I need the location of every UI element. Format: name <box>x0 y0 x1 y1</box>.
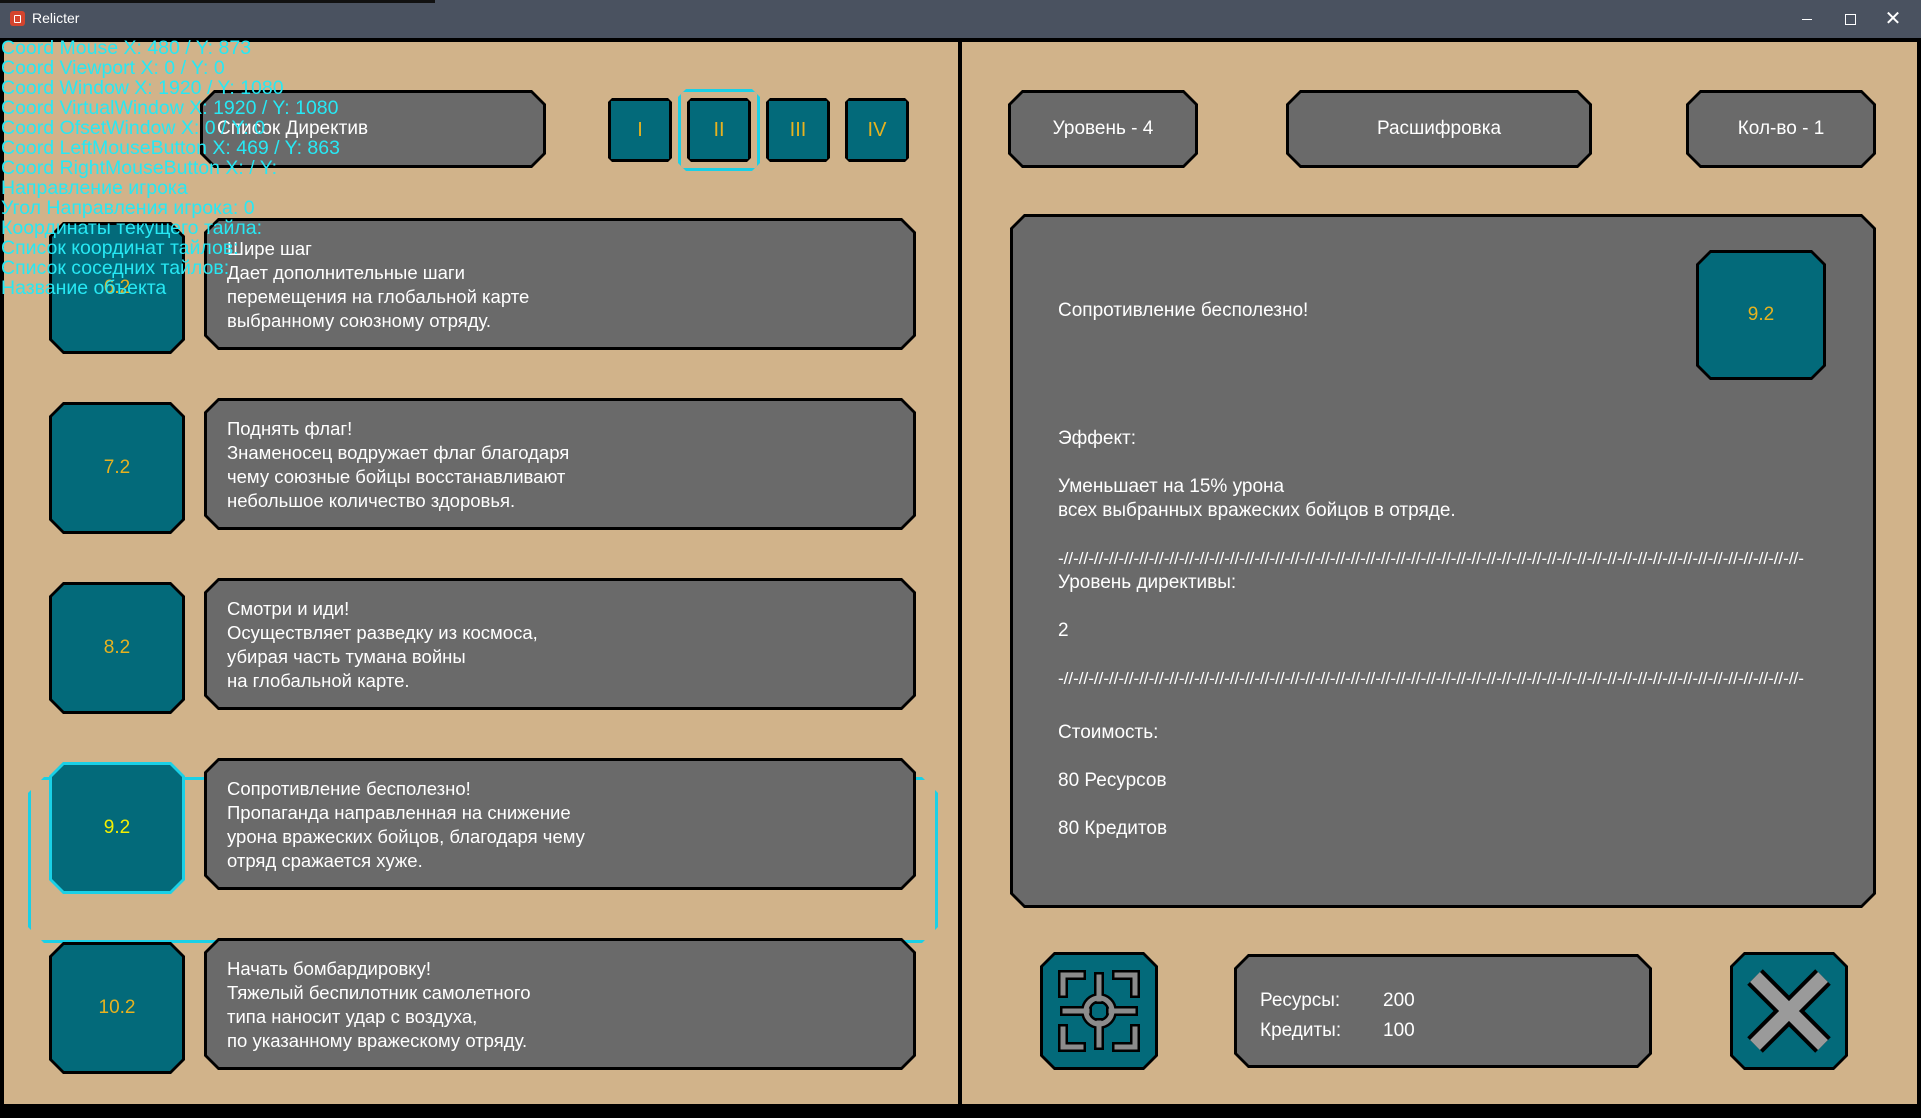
title-bar-accent <box>0 0 435 3</box>
directive-title: Смотри и иди! <box>227 598 350 619</box>
tier-tab-label: IV <box>867 118 887 141</box>
directive-card[interactable]: Начать бомбардировку! Тяжелый беспилотник… <box>204 938 916 1070</box>
directive-detail-panel: Уровень - 4 Расшифровка Кол-во - 1 Сопро… <box>958 38 1921 1108</box>
directive-description-line: Тяжелый беспилотник самолетного <box>227 982 531 1003</box>
directive-description-line: перемещения на глобальной карте <box>227 286 530 307</box>
directive-description-line: Знаменосец водружает флаг благодаря <box>227 442 570 463</box>
tier-tab-label: III <box>789 118 807 141</box>
cost-credits: 80 Кредитов <box>1058 818 1168 839</box>
directive-level: 9.2 <box>103 817 131 838</box>
directive-level: 10.2 <box>98 997 136 1018</box>
directive-description-line: небольшое количество здоровья. <box>227 490 516 511</box>
resources-box: Ресурсы: 200 Кредиты: 100 <box>1234 954 1652 1068</box>
directive-card[interactable]: Поднять флаг! Знаменосец водружает флаг б… <box>204 398 916 530</box>
window-title: Relicter <box>32 10 80 26</box>
target-button[interactable] <box>1040 952 1158 1070</box>
decode-button[interactable]: Расшифровка <box>1286 90 1592 168</box>
directive-level-badge[interactable]: 8.2 <box>49 582 185 714</box>
directive-level: 6.2 <box>103 277 131 298</box>
credits-value: 100 <box>1383 1020 1415 1041</box>
effect-line-2: всех выбранных вражеских бойцов в отряде… <box>1058 500 1456 521</box>
app-icon <box>10 11 25 26</box>
directive-description-line: Осуществляет разведку из космоса, <box>227 622 538 643</box>
separator-2: -//-//-//-//-//-//-//-//-//-//-//-//-//-… <box>1058 669 1804 688</box>
tier-tab-3[interactable]: III <box>766 98 830 162</box>
tier-tab-label: I <box>637 118 643 141</box>
directive-title: Поднять флаг! <box>227 418 353 439</box>
resources-value: 200 <box>1383 990 1415 1011</box>
directive-card[interactable]: Смотри и иди! Осуществляет разведку из ко… <box>204 578 916 710</box>
directive-card[interactable]: Сопротивление бесполезно! Пропаганда напр… <box>204 758 916 890</box>
detail-name: Сопротивление бесполезно! <box>1058 300 1309 321</box>
minimize-button[interactable] <box>1785 5 1829 33</box>
directive-card[interactable]: Шире шаг Дает дополнительные шаги перемеще… <box>204 218 916 350</box>
tier-tab-4[interactable]: IV <box>845 98 909 162</box>
directive-level-badge[interactable]: 6.2 <box>49 222 185 354</box>
effect-header: Эффект: <box>1058 428 1136 449</box>
cost-header: Стоимость: <box>1058 722 1159 743</box>
directive-level: 7.2 <box>103 457 131 478</box>
directive-level-value: 2 <box>1058 620 1069 641</box>
tier-tab-2[interactable]: II <box>678 89 760 171</box>
tier-tab-label: II <box>713 118 725 141</box>
directive-level-badge[interactable]: 9.2 <box>49 762 185 894</box>
directive-title: Начать бомбардировку! <box>227 958 431 979</box>
directive-description-line: по указанному вражескому отряду. <box>227 1030 528 1051</box>
decode-label: Расшифровка <box>1376 118 1502 139</box>
directive-level: 8.2 <box>103 637 131 658</box>
tier-tab-1[interactable]: I <box>608 98 672 162</box>
directive-title: Шире шаг <box>227 238 312 259</box>
crosshair-icon <box>1043 955 1155 1067</box>
directive-list-title: Список Директив <box>217 118 369 139</box>
directive-description-line: на глобальной карте. <box>227 670 410 691</box>
directive-description-line: убирая часть тумана войны <box>227 646 466 667</box>
close-x-icon <box>1733 955 1845 1067</box>
directive-detail-card: Сопротивление бесполезно! 9.2 Эффект: Ум… <box>1010 214 1876 908</box>
directive-description-line: чему союзные бойцы восстанавливают <box>227 466 566 487</box>
directive-title: Сопротивление бесполезно! <box>227 778 471 799</box>
title-bar: Relicter ✕ <box>0 0 1921 38</box>
separator-1: -//-//-//-//-//-//-//-//-//-//-//-//-//-… <box>1058 549 1804 568</box>
credits-label: Кредиты: <box>1260 1020 1342 1041</box>
directive-list-title-box: Список Директив <box>200 90 546 168</box>
directive-level-badge[interactable]: 7.2 <box>49 402 185 534</box>
directive-description-line: Пропаганда направленная на снижение <box>227 802 571 823</box>
count-label: Кол-во - 1 <box>1737 118 1825 139</box>
close-window-button[interactable]: ✕ <box>1871 5 1915 33</box>
directive-description-line: урона вражеских бойцов, благодаря чему <box>227 826 585 847</box>
cancel-button[interactable] <box>1730 952 1848 1070</box>
directive-list-panel: Список Директив I II III IV 6.2 Шире шаг Да… <box>0 38 962 1108</box>
directive-description-line: Дает дополнительные шаги <box>227 262 465 283</box>
directive-description-line: типа наносит удар с воздуха, <box>227 1006 478 1027</box>
directive-level-badge[interactable]: 10.2 <box>49 942 185 1074</box>
resources-label: Ресурсы: <box>1260 990 1341 1011</box>
directive-level-header: Уровень директивы: <box>1058 572 1237 593</box>
count-box[interactable]: Кол-во - 1 <box>1686 90 1876 168</box>
level-label: Уровень - 4 <box>1052 118 1154 139</box>
detail-badge-value: 9.2 <box>1747 304 1775 325</box>
directive-description-line: отряд сражается хуже. <box>227 850 423 871</box>
level-box[interactable]: Уровень - 4 <box>1008 90 1198 168</box>
cost-resources: 80 Ресурсов <box>1058 770 1167 791</box>
effect-line-1: Уменьшает на 15% урона <box>1058 476 1285 497</box>
detail-level-badge: 9.2 <box>1696 250 1826 380</box>
directive-description-line: выбранному союзному отряду. <box>227 310 492 331</box>
maximize-button[interactable] <box>1828 5 1872 33</box>
